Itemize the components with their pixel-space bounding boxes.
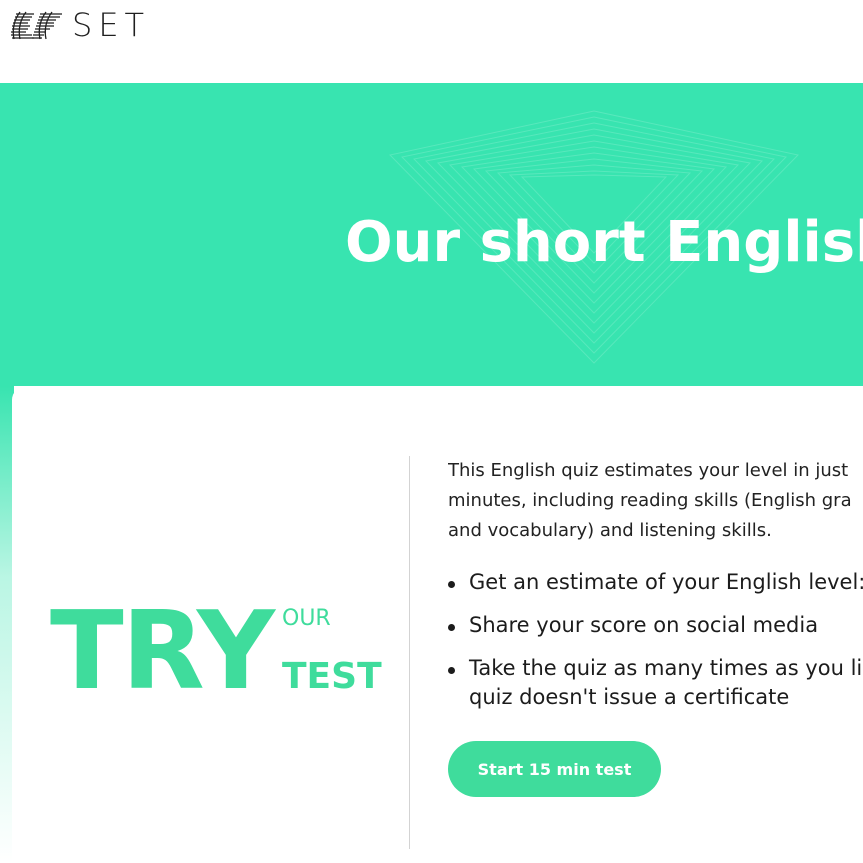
feature-list: Get an estimate of your English level: S… (448, 568, 863, 726)
feature-list-item: Take the quiz as many times as you li qu… (448, 654, 863, 712)
bullet-dot-icon (448, 624, 455, 631)
hero-banner: Our short English (0, 83, 863, 386)
start-test-button[interactable]: Start 15 min test (448, 741, 661, 797)
feature-text: Share your score on social media (469, 613, 819, 637)
logo-text: SET (72, 6, 151, 44)
test-description: This English quiz estimates your level i… (448, 456, 863, 546)
description-line: and vocabulary) and listening skills. (448, 520, 772, 541)
page: SET Our short English TRY OUR TEST This … (0, 0, 863, 863)
bullet-dot-icon (448, 581, 455, 588)
description-line: This English quiz estimates your level i… (448, 460, 849, 481)
description-line: minutes, including reading skills (Engli… (448, 490, 852, 511)
bullet-dot-icon (448, 667, 455, 674)
feature-list-item: Share your score on social media (448, 611, 863, 640)
card-divider (409, 456, 410, 849)
feature-text: Get an estimate of your English level: (469, 570, 863, 594)
ef-logo-icon (11, 11, 62, 40)
test-label: TEST (282, 656, 382, 697)
ef-set-logo[interactable]: SET (10, 8, 150, 42)
feature-list-item: Get an estimate of your English level: (448, 568, 863, 597)
try-heading: TRY (50, 589, 275, 714)
feature-text: Take the quiz as many times as you li (469, 656, 863, 680)
site-header: SET (0, 0, 863, 83)
hero-title: Our short English (345, 210, 863, 275)
our-label: OUR (282, 606, 331, 631)
feature-text: quiz doesn't issue a certificate (469, 685, 790, 709)
